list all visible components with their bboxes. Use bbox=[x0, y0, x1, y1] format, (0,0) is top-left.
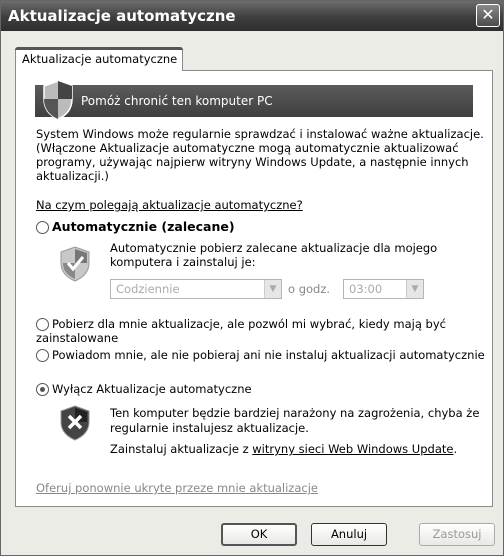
tab-auto-updates[interactable]: Aktualizacje automatyczne bbox=[15, 47, 183, 71]
install-updates-line: Zainstaluj aktualizacje z witryny sieci … bbox=[110, 442, 480, 456]
auto-update-window: Aktualizacje automatyczne ✕ Aktualizacje… bbox=[0, 0, 504, 556]
radio-notify[interactable]: Powiadom mnie, ale nie pobieraj ani nie … bbox=[36, 348, 485, 362]
hidden-updates-link: Oferuj ponownie ukryte przeze mnie aktua… bbox=[36, 481, 318, 495]
shield-x-icon bbox=[58, 404, 92, 445]
shield-icon bbox=[41, 79, 75, 124]
frequency-value: Codziennie bbox=[116, 282, 180, 296]
time-value: 03:00 bbox=[349, 282, 383, 296]
how-it-works-link-text: Na czym polegają aktualizacje automatycz… bbox=[36, 198, 303, 212]
close-button[interactable]: ✕ bbox=[476, 4, 500, 27]
install-suffix: . bbox=[453, 442, 458, 456]
apply-button: Zastosuj bbox=[419, 523, 495, 546]
radio-off[interactable]: Wyłącz Aktualizacje automatyczne bbox=[36, 382, 252, 396]
windows-update-link[interactable]: witryny sieci Web Windows Update bbox=[252, 442, 453, 456]
shield-check-icon bbox=[58, 245, 92, 286]
warning-text: Ten komputer będzie bardziej narażony na… bbox=[110, 406, 480, 435]
window-title: Aktualizacje automatyczne bbox=[8, 7, 236, 25]
radio-download-only[interactable]: Pobierz dla mnie aktualizacje, ale pozwó… bbox=[36, 317, 476, 345]
how-it-works-link[interactable]: Na czym polegają aktualizacje automatycz… bbox=[36, 198, 303, 212]
ok-button[interactable]: OK bbox=[221, 523, 297, 546]
tab-label: Aktualizacje automatyczne bbox=[22, 52, 178, 66]
radio-automatic-circle[interactable] bbox=[36, 221, 49, 234]
title-bar[interactable]: Aktualizacje automatyczne ✕ bbox=[1, 1, 503, 31]
tab-panel: Pomóż chronić ten komputer PC System Win… bbox=[15, 70, 493, 507]
banner-text: Pomóż chronić ten komputer PC bbox=[81, 94, 273, 108]
radio-off-circle[interactable] bbox=[36, 383, 49, 396]
radio-automatic-label: Automatycznie (zalecane) bbox=[52, 219, 235, 234]
chevron-down-icon[interactable]: ▼ bbox=[406, 280, 423, 298]
radio-notify-circle[interactable] bbox=[36, 349, 49, 362]
radio-off-label: Wyłącz Aktualizacje automatyczne bbox=[52, 382, 252, 396]
radio-download-only-circle[interactable] bbox=[36, 318, 49, 331]
time-select[interactable]: 03:00 ▼ bbox=[343, 279, 424, 299]
description-text: System Windows może regularnie sprawdzać… bbox=[36, 127, 484, 183]
cancel-button[interactable]: Anuluj bbox=[311, 523, 387, 546]
close-icon: ✕ bbox=[481, 5, 495, 24]
radio-notify-label: Powiadom mnie, ale nie pobieraj ani nie … bbox=[52, 348, 485, 362]
security-banner: Pomóż chronić ten komputer PC bbox=[35, 80, 473, 120]
chevron-down-icon[interactable]: ▼ bbox=[264, 280, 281, 298]
install-prefix: Zainstaluj aktualizacje z bbox=[110, 442, 253, 456]
time-label: o godz. bbox=[288, 282, 331, 296]
frequency-select[interactable]: Codziennie ▼ bbox=[110, 279, 282, 299]
radio-automatic[interactable]: Automatycznie (zalecane) bbox=[36, 220, 235, 234]
radio-download-only-label: Pobierz dla mnie aktualizacje, ale pozwó… bbox=[36, 317, 446, 345]
automatic-description: Automatycznie pobierz zalecane aktualiza… bbox=[110, 241, 438, 269]
